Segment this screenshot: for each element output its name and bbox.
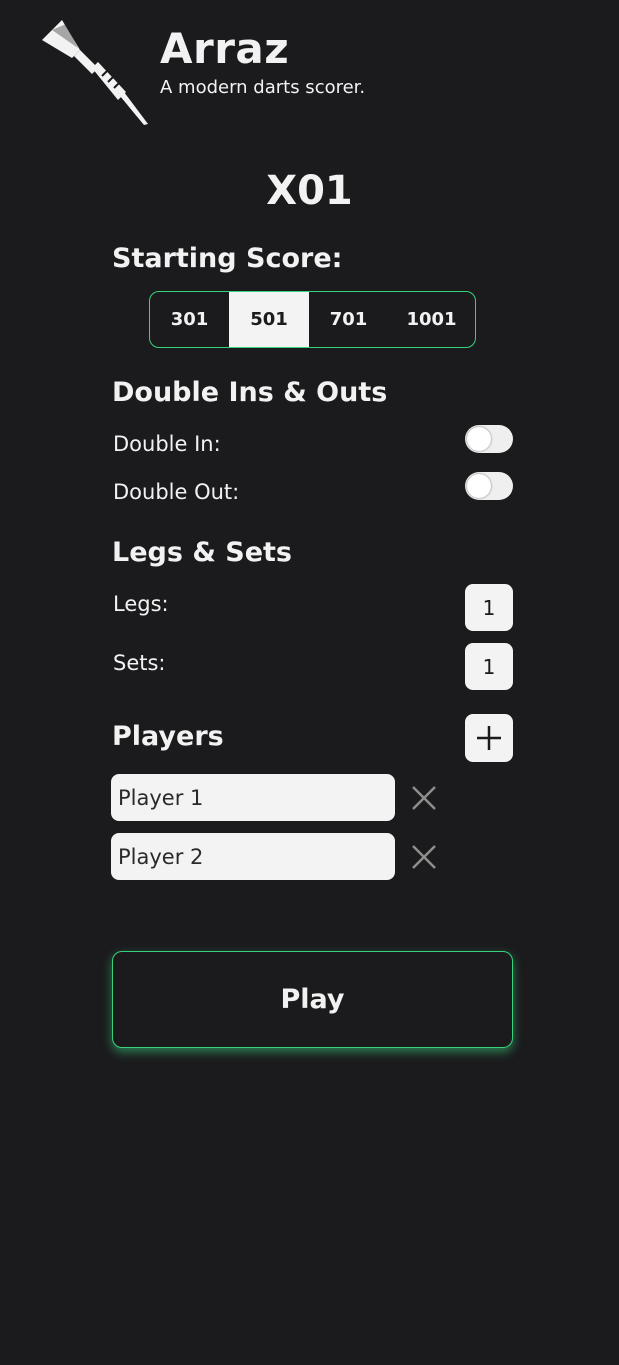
legs-sets-heading: Legs & Sets [112, 537, 292, 568]
app-page: Arraz A modern darts scorer. X01 Startin… [0, 0, 619, 1365]
toggle-knob [467, 427, 491, 451]
app-subtitle: A modern darts scorer. [160, 77, 366, 98]
game-mode-title: X01 [266, 168, 353, 214]
double-out-label: Double Out: [113, 480, 240, 504]
double-in-toggle[interactable] [465, 425, 513, 453]
remove-player-2-close-icon[interactable] [410, 843, 438, 871]
sets-label: Sets: [113, 651, 166, 675]
remove-player-1-close-icon[interactable] [410, 784, 438, 812]
play-button[interactable]: Play [112, 951, 513, 1048]
dart-logo-icon [42, 20, 148, 125]
score-option-1001[interactable]: 1001 [388, 292, 475, 347]
starting-score-heading: Starting Score: [112, 243, 343, 274]
score-option-701[interactable]: 701 [309, 292, 388, 347]
legs-label: Legs: [113, 592, 169, 616]
sets-input[interactable]: 1 [465, 643, 513, 690]
players-heading: Players [112, 721, 224, 752]
doubles-heading: Double Ins & Outs [112, 377, 388, 408]
player-2-name-input[interactable] [111, 833, 395, 880]
score-option-301[interactable]: 301 [150, 292, 229, 347]
player-1-name-input[interactable] [111, 774, 395, 821]
app-title: Arraz [160, 24, 290, 73]
score-option-501[interactable]: 501 [229, 292, 309, 347]
starting-score-selector: 301 501 701 1001 [149, 291, 476, 348]
double-in-label: Double In: [113, 432, 221, 456]
toggle-knob [467, 474, 491, 498]
double-out-toggle[interactable] [465, 472, 513, 500]
plus-icon [477, 726, 501, 750]
legs-input[interactable]: 1 [465, 584, 513, 631]
add-player-button[interactable] [465, 714, 513, 762]
